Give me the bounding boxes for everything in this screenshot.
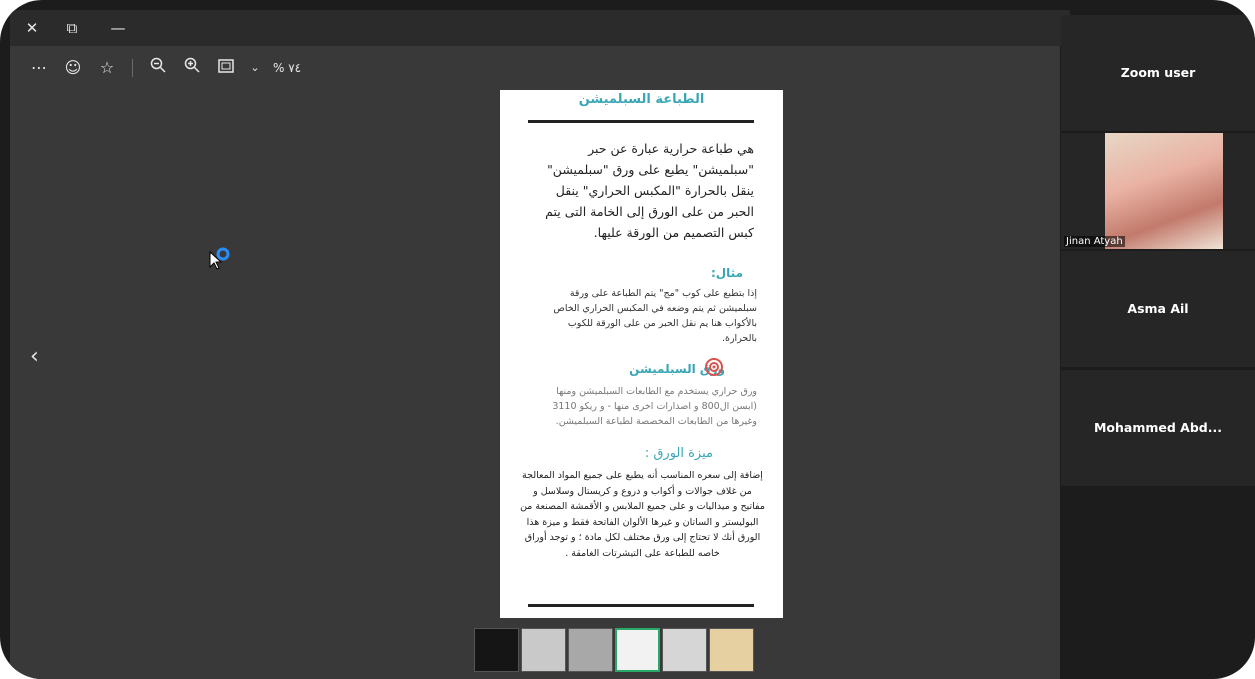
feature-text: إضافة إلى سعره المناسب أنه يطبع على جميع… (520, 470, 765, 559)
participant-name: Zoom user (1120, 65, 1196, 80)
chevron-down-icon[interactable]: ⌄ (243, 53, 267, 83)
thumbnail-selected[interactable] (615, 628, 660, 672)
zoom-in-icon[interactable] (175, 53, 209, 83)
thumbnail[interactable] (709, 628, 754, 672)
bullet-text: هي طباعة حرارية عبارة عن حبر "سبلميشن" ي… (545, 141, 754, 240)
participant-video (1105, 133, 1223, 249)
thumbnail[interactable] (568, 628, 613, 672)
participant-tile[interactable]: Asma Ail (1061, 251, 1255, 367)
participants-panel: Zoom user Jinan Atyah Asma Ail Mohammed … (1061, 15, 1255, 486)
participant-tile[interactable]: Jinan Atyah (1061, 133, 1255, 249)
thumbnail[interactable] (474, 628, 519, 672)
participant-tile[interactable]: Zoom user (1061, 15, 1255, 131)
zoom-out-icon[interactable] (141, 53, 175, 83)
toolbar-divider (132, 59, 133, 77)
window-titlebar: ✕ ⧉ — (10, 10, 1070, 46)
document-page: الطباعة السبلميشن هي طباعة حرارية عبارة … (500, 90, 783, 618)
divider (528, 120, 754, 123)
example-text: إذا بتطبع على كوب "مج" يتم الطباعة على و… (553, 288, 757, 344)
participant-tile[interactable]: Mohammed Abd... (1061, 370, 1255, 486)
target-icon (705, 358, 723, 380)
close-icon[interactable]: ✕ (20, 16, 44, 40)
more-icon[interactable]: ⋯ (22, 53, 56, 83)
example-heading: مثال: (710, 266, 743, 280)
mouse-pointer-icon (207, 247, 233, 277)
viewer-toolbar: ⋯ ☺ ☆ ⌄ % ٧٤ (22, 52, 301, 84)
thumbnail[interactable] (521, 628, 566, 672)
participant-name: Asma Ail (1127, 301, 1189, 316)
thumbnail[interactable] (662, 628, 707, 672)
thumbnail-strip (474, 628, 754, 674)
minimize-icon[interactable]: — (106, 16, 130, 40)
paper-text: ورق حراري يستخدم مع الطابعات السبلميشن و… (552, 386, 757, 427)
smiley-icon[interactable]: ☺ (56, 53, 90, 83)
star-icon[interactable]: ☆ (90, 53, 124, 83)
feature-heading: ميزة الورق : (644, 446, 713, 461)
divider (528, 604, 754, 607)
chevron-left-icon[interactable]: ‹ (30, 344, 39, 369)
zoom-level[interactable]: % ٧٤ (273, 61, 301, 75)
restore-icon[interactable]: ⧉ (60, 16, 84, 40)
participant-name: Jinan Atyah (1064, 236, 1125, 247)
app-frame: ✕ ⧉ — ⋯ ☺ ☆ ⌄ % ٧٤ ‹ الطباعة السبلميشن ه… (0, 0, 1255, 679)
fit-screen-icon[interactable] (209, 53, 243, 83)
page-title: الطباعة السبلميشن (578, 92, 705, 107)
participant-name: Mohammed Abd... (1093, 420, 1222, 435)
